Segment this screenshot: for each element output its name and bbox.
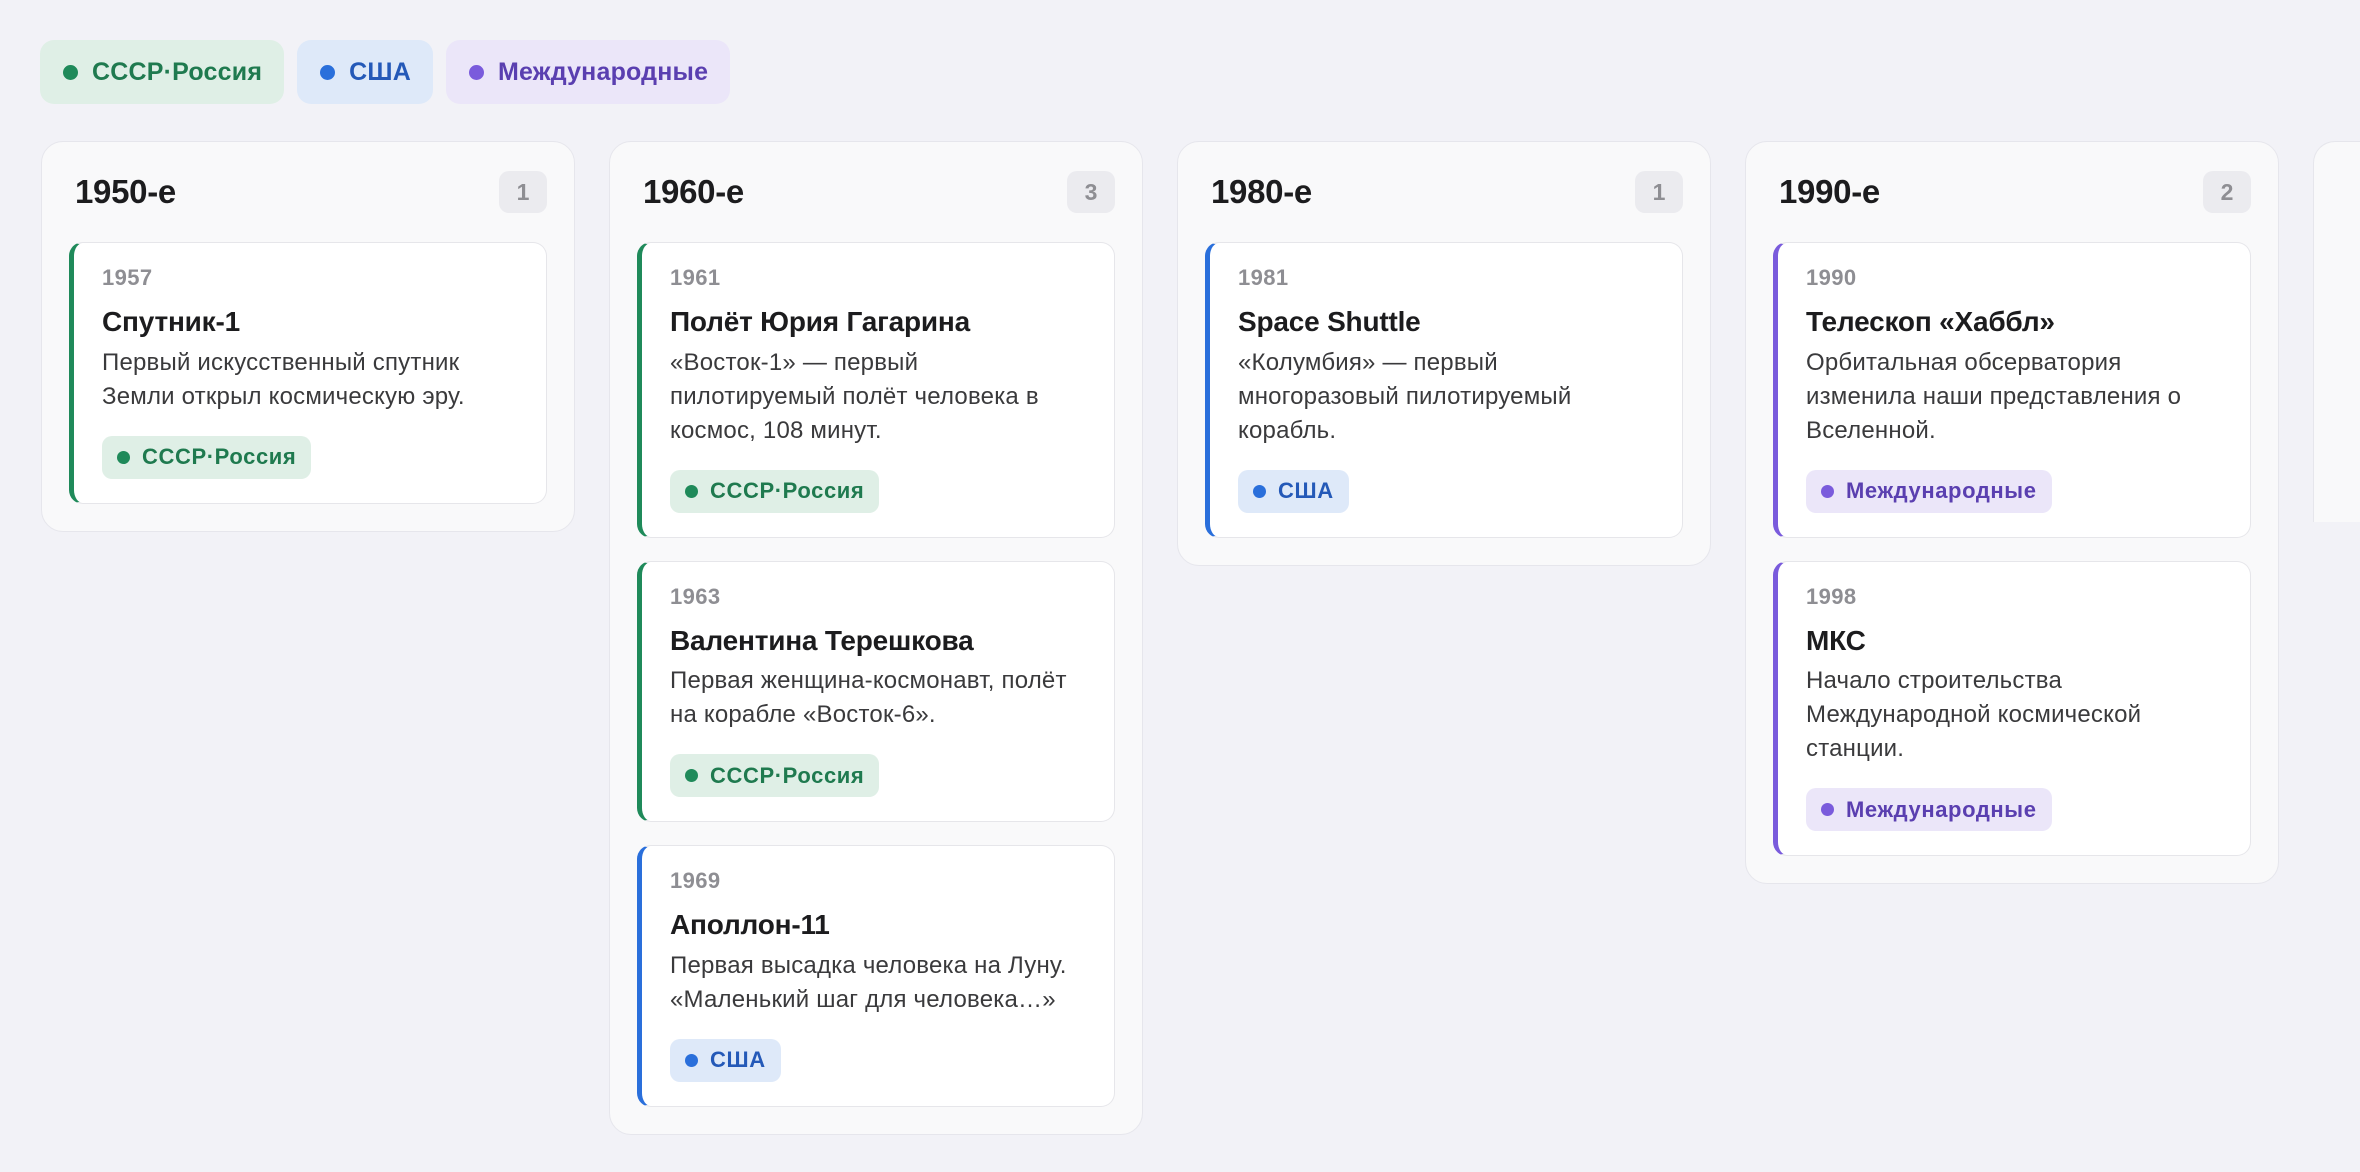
green-dot-icon — [117, 450, 130, 464]
column-title: 1980-е — [1211, 173, 1312, 210]
event-year: 1981 — [1238, 265, 1289, 290]
filter-chip-ussr[interactable]: СССР·Россия — [40, 40, 285, 104]
category-tag: СССР·Россия — [670, 754, 880, 798]
column-header: 1990-е 2 — [1773, 142, 2251, 242]
event-description: «Колумбия» — первый многоразовый пилотир… — [1238, 348, 1572, 444]
event-card[interactable]: 1963 Валентина Терешкова Первая женщина-… — [637, 560, 1115, 823]
event-description: Начало строительства Международной косми… — [1806, 667, 2142, 763]
event-title: Валентина Терешкова — [670, 624, 974, 656]
filter-chip-international[interactable]: Международные — [445, 40, 731, 104]
purple-dot-icon — [1821, 803, 1834, 817]
column-title: 1990-е — [1779, 173, 1880, 210]
category-tag: Международные — [1806, 788, 2052, 832]
column-header: 1980-е 1 — [1205, 142, 1683, 242]
event-description: Первая женщина-космонавт, полёт на кораб… — [670, 667, 1067, 729]
column-1980s: 1980-е 1 1981 Space Shuttle «Колумбия» —… — [1177, 141, 1711, 566]
column-1990s: 1990-е 2 1990 Телескоп «Хаббл» Орбитальн… — [1745, 141, 2279, 885]
filter-chip-label: США — [349, 57, 411, 86]
column-1960s: 1960-е 3 1961 Полёт Юрия Гагарина «Восто… — [609, 141, 1143, 1135]
filter-chip-usa[interactable]: США — [297, 40, 433, 104]
event-card[interactable]: 1998 МКС Начало строительства Международ… — [1773, 560, 2251, 857]
column-count-badge: 3 — [1067, 171, 1115, 213]
filter-chip-label: СССР·Россия — [92, 57, 263, 86]
event-description: Орбитальная обсерватория изменила наши п… — [1806, 348, 2182, 444]
event-year: 1990 — [1806, 265, 1857, 290]
column-count-badge: 1 — [499, 171, 547, 213]
event-title: Полёт Юрия Гагарина — [670, 306, 971, 337]
filter-chip-label: Международные — [497, 57, 709, 86]
category-tag-label: США — [710, 1047, 766, 1073]
blue-dot-icon — [1253, 484, 1266, 498]
event-title: Space Shuttle — [1238, 306, 1421, 337]
next-column-peek — [2313, 141, 2360, 522]
column-title: 1960-е — [643, 173, 744, 210]
column-header: 1960-е 3 — [637, 142, 1115, 242]
event-description: «Восток-1» — первый пилотируемый полёт ч… — [670, 348, 1039, 444]
event-card[interactable]: 1981 Space Shuttle «Колумбия» — первый м… — [1205, 242, 1683, 538]
category-legend: СССР·Россия США Международные — [40, 40, 731, 104]
event-description: Первая высадка человека на Луну. «Малень… — [670, 951, 1067, 1013]
event-year: 1957 — [102, 265, 153, 290]
category-tag: США — [1238, 469, 1349, 513]
green-dot-icon — [63, 64, 78, 80]
column-header: 1950-е 1 — [69, 142, 547, 242]
blue-dot-icon — [685, 1053, 698, 1067]
column-count-badge: 2 — [2203, 171, 2251, 213]
category-tag-label: СССР·Россия — [710, 478, 865, 504]
event-year: 1963 — [670, 583, 721, 609]
event-card[interactable]: 1957 Спутник-1 Первый искусственный спут… — [69, 242, 547, 504]
column-1950s: 1950-е 1 1957 Спутник-1 Первый искусстве… — [41, 141, 575, 532]
category-tag-label: Международные — [1846, 796, 2037, 822]
timeline-board: 1950-е 1 1957 Спутник-1 Первый искусстве… — [41, 141, 2279, 1135]
event-year: 1998 — [1806, 583, 1857, 609]
category-tag-label: Международные — [1846, 478, 2037, 504]
event-title: Аполлон-11 — [670, 909, 830, 941]
category-tag-label: США — [1278, 478, 1334, 504]
event-title: Телескоп «Хаббл» — [1806, 306, 2055, 337]
event-card[interactable]: 1990 Телескоп «Хаббл» Орбитальная обсерв… — [1773, 242, 2251, 538]
category-tag: Международные — [1806, 469, 2052, 513]
event-description: Первый искусственный спутник Земли откры… — [102, 348, 465, 410]
column-count-badge: 1 — [1635, 171, 1683, 213]
category-tag-label: СССР·Россия — [142, 444, 297, 470]
event-card[interactable]: 1961 Полёт Юрия Гагарина «Восток-1» — пе… — [637, 242, 1115, 538]
purple-dot-icon — [468, 64, 484, 80]
category-tag: СССР·Россия — [102, 435, 312, 479]
event-year: 1961 — [670, 265, 721, 290]
category-tag-label: СССР·Россия — [710, 762, 865, 788]
category-tag: США — [670, 1038, 781, 1082]
event-year: 1969 — [670, 868, 721, 894]
event-card[interactable]: 1969 Аполлон-11 Первая высадка человека … — [637, 845, 1115, 1107]
category-tag: СССР·Россия — [670, 469, 880, 513]
event-title: МКС — [1806, 624, 1866, 656]
green-dot-icon — [685, 769, 698, 783]
column-title: 1950-е — [75, 173, 176, 210]
event-title: Спутник-1 — [102, 306, 240, 337]
blue-dot-icon — [320, 64, 336, 80]
green-dot-icon — [685, 484, 698, 498]
purple-dot-icon — [1821, 484, 1834, 498]
